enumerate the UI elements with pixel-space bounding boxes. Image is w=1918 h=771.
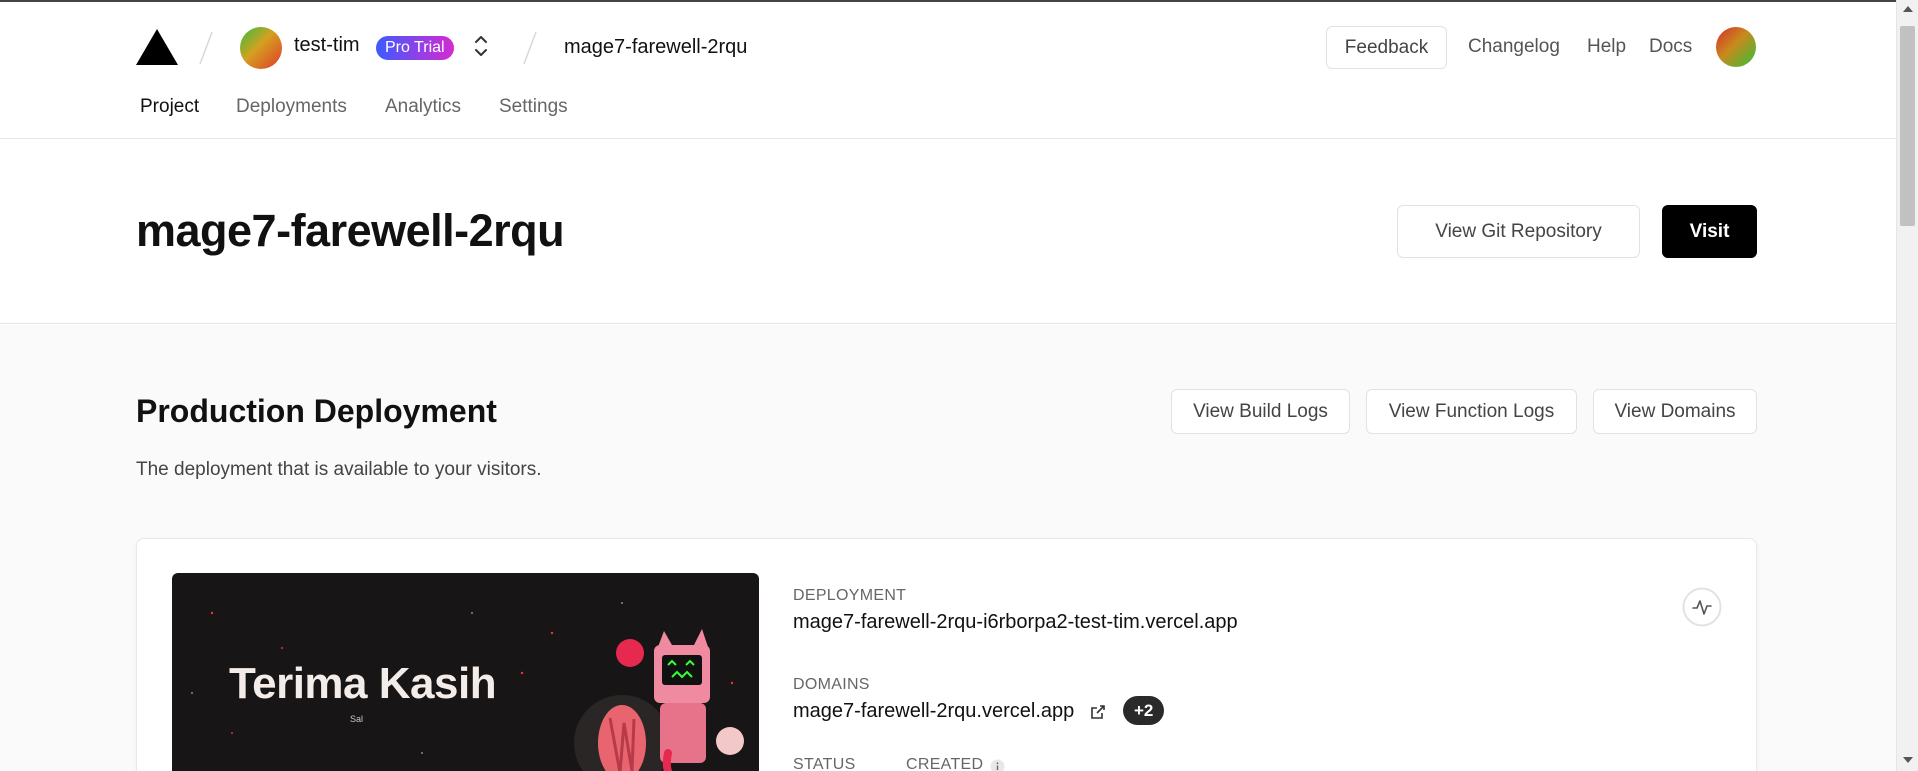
preview-illustration [574,629,744,771]
deployment-url-link[interactable]: mage7-farewell-2rqu-i6rborpa2-test-tim.v… [793,611,1238,634]
view-git-repository-button[interactable]: View Git Repository [1397,205,1640,258]
top-navigation: test-tim Pro Trial mage7-farewell-2rqu F… [0,0,1896,142]
domains-label: DOMAINS [793,676,870,693]
section-subtitle: The deployment that is available to your… [136,459,542,480]
info-icon[interactable] [990,759,1005,771]
user-avatar[interactable] [1716,27,1756,67]
preview-heading: Terima Kasih [229,659,497,708]
tab-project[interactable]: Project [135,96,204,142]
project-title-section: mage7-farewell-2rqu View Git Repository … [0,140,1896,324]
view-build-logs-button[interactable]: View Build Logs [1171,389,1350,434]
scroll-down-icon[interactable] [1903,757,1913,763]
help-link[interactable]: Help [1587,36,1626,58]
vercel-triangle-icon[interactable] [136,29,178,65]
scroll-up-icon[interactable] [1903,6,1913,12]
page-title: mage7-farewell-2rqu [136,205,565,256]
deployment-card: Terima Kasih Sal DEPLOYMENT mage7-farewe… [136,538,1757,771]
tab-settings[interactable]: Settings [499,96,568,141]
team-name[interactable]: test-tim [294,34,360,57]
project-breadcrumb[interactable]: mage7-farewell-2rqu [564,36,747,59]
extra-domains-badge[interactable]: +2 [1123,696,1165,725]
page: test-tim Pro Trial mage7-farewell-2rqu F… [0,0,1896,771]
feedback-button[interactable]: Feedback [1326,26,1447,69]
activity-pulse-icon[interactable] [1682,587,1722,627]
plan-badge: Pro Trial [376,36,454,60]
changelog-link[interactable]: Changelog [1468,36,1560,58]
visit-button[interactable]: Visit [1662,205,1757,258]
team-avatar[interactable] [240,27,282,69]
external-link-icon[interactable] [1089,703,1107,721]
tab-deployments[interactable]: Deployments [236,96,347,141]
deployment-preview[interactable]: Terima Kasih Sal [172,573,759,771]
tab-analytics[interactable]: Analytics [385,96,461,141]
scrollbar-thumb[interactable] [1900,26,1915,226]
view-domains-button[interactable]: View Domains [1593,389,1757,434]
breadcrumb-separator-icon [523,31,537,65]
view-function-logs-button[interactable]: View Function Logs [1366,389,1577,434]
docs-link[interactable]: Docs [1649,36,1692,58]
created-label: CREATED [906,756,984,771]
preview-small-text: Sal [350,714,364,724]
page-scrollbar[interactable] [1896,0,1918,771]
production-deployment-section: Production Deployment The deployment tha… [0,325,1896,771]
section-title: Production Deployment [136,393,497,429]
deployment-label: DEPLOYMENT [793,587,907,604]
breadcrumb-separator-icon [199,31,213,65]
domain-link[interactable]: mage7-farewell-2rqu.vercel.app [793,700,1074,723]
status-label: STATUS [793,756,856,771]
chevron-up-down-icon[interactable] [472,32,490,60]
